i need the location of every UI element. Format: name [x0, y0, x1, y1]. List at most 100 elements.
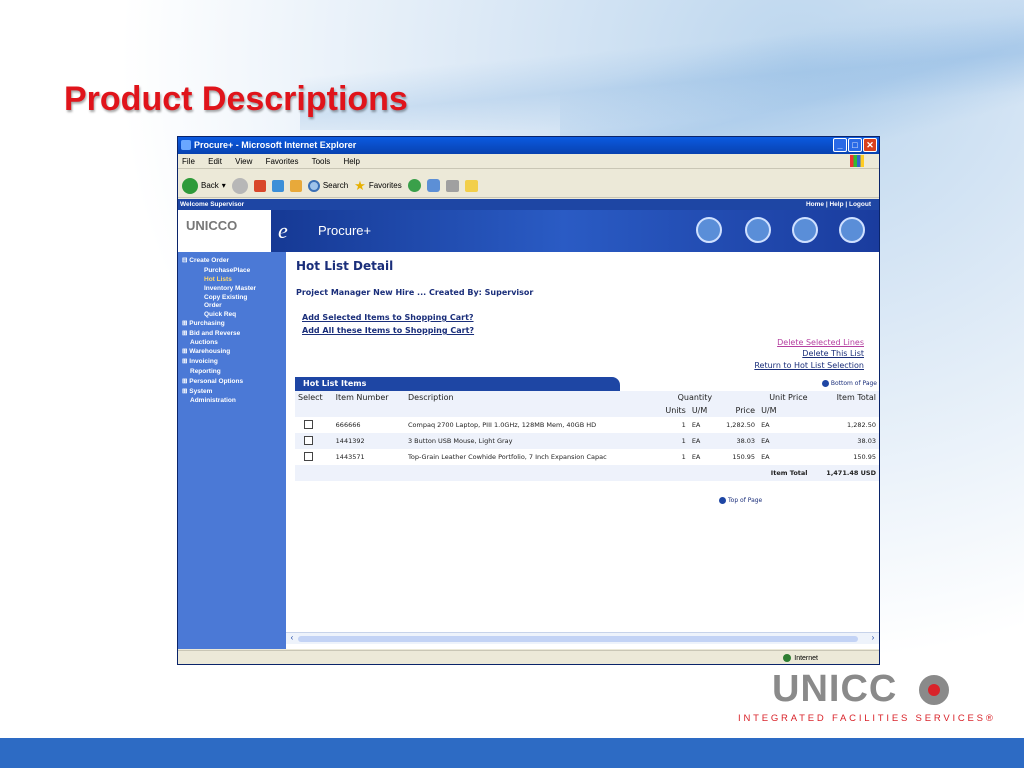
- copy-icon[interactable]: [839, 217, 865, 243]
- background-streak: [300, 0, 1024, 130]
- bottom-of-page-link[interactable]: Bottom of Page: [821, 380, 877, 387]
- item-number-cell: 666666: [332, 417, 405, 433]
- quantity-cell: 1: [656, 417, 689, 433]
- table-subheader-row: Units U/M Price U/M: [295, 404, 879, 417]
- minimize-button[interactable]: _: [833, 138, 847, 152]
- col-item-total: Item Total: [810, 391, 879, 404]
- sidebar-item-administration[interactable]: Administration: [178, 397, 286, 405]
- sidebar-item-label: System: [189, 388, 213, 395]
- top-of-page-link[interactable]: Top of Page: [719, 497, 762, 504]
- add-all-link[interactable]: Add All these Items to Shopping Cart?: [302, 326, 474, 335]
- sidebar-item-purchasing[interactable]: ⊞ Purchasing: [178, 319, 286, 329]
- currency: USD: [860, 469, 876, 477]
- back-button[interactable]: Back ▾: [182, 177, 226, 194]
- app-banner: UNICCO e Procure+: [178, 210, 879, 252]
- history-icon[interactable]: [407, 179, 421, 192]
- menu-file[interactable]: File: [182, 157, 195, 166]
- quantity-cell: 1: [656, 449, 689, 465]
- row-checkbox[interactable]: [304, 451, 313, 461]
- scroll-left-icon[interactable]: ‹: [286, 633, 298, 644]
- browser-window: Procure+ - Microsoft Internet Explorer _…: [177, 136, 880, 665]
- sidebar-item-quick-req[interactable]: Quick Req: [178, 310, 286, 319]
- stop-icon[interactable]: [253, 179, 266, 192]
- empty-cell: [295, 404, 333, 417]
- sidebar-item-purchaseplace[interactable]: PurchasePlace: [178, 266, 286, 275]
- page-title: Hot List Detail: [296, 259, 394, 273]
- row-checkbox[interactable]: [304, 419, 313, 429]
- top-links[interactable]: Home | Help | Logout: [806, 201, 871, 208]
- empty-cell: [332, 404, 405, 417]
- edit-icon[interactable]: [745, 217, 771, 243]
- delete-list-link[interactable]: Delete This List: [802, 349, 864, 358]
- sidebar-item-warehousing[interactable]: ⊞ Warehousing: [178, 347, 286, 357]
- sidebar-item-label: Purchasing: [189, 320, 225, 327]
- add-selected-link[interactable]: Add Selected Items to Shopping Cart?: [302, 313, 474, 322]
- refresh-icon[interactable]: [271, 179, 284, 192]
- sidebar-item-label: Personal Options: [189, 378, 244, 385]
- quantity-cell: 1: [656, 433, 689, 449]
- sidebar-item-label: Create Order: [189, 257, 230, 264]
- print-icon[interactable]: [445, 179, 459, 192]
- um-cell: EA: [688, 449, 716, 465]
- menu-view[interactable]: View: [235, 157, 252, 166]
- forward-arrow-icon[interactable]: [231, 177, 248, 194]
- window-title: Procure+ - Microsoft Internet Explorer: [194, 140, 357, 150]
- close-button[interactable]: ✕: [863, 138, 877, 152]
- search-button[interactable]: Search: [307, 179, 348, 192]
- menu-edit[interactable]: Edit: [208, 157, 222, 166]
- col-price: Price: [715, 404, 759, 417]
- table-row: 666666 Compaq 2700 Laptop, PIII 1.0GHz, …: [295, 417, 879, 433]
- logo-o-mark: [919, 675, 949, 705]
- maximize-button[interactable]: □: [848, 138, 862, 152]
- sidebar-item-auctions[interactable]: Auctions: [178, 339, 286, 347]
- cart-icon[interactable]: [696, 217, 722, 243]
- down-arrow-icon: [821, 380, 829, 387]
- empty-cell: [810, 404, 879, 417]
- favorites-button[interactable]: ★ Favorites: [354, 178, 402, 194]
- col-description: Description: [404, 391, 657, 404]
- sidebar-item-hot-lists[interactable]: Hot Lists: [178, 275, 286, 284]
- back-arrow-icon: [182, 177, 198, 194]
- unicco-logo: UNICCO: [178, 210, 271, 252]
- sidebar-item-system[interactable]: ⊞ System: [178, 387, 286, 397]
- welcome-bar: Welcome Supervisor Home | Help | Logout: [178, 199, 879, 210]
- sidebar-item-personal-options[interactable]: ⊞ Personal Options: [178, 377, 286, 387]
- sidebar-item-copy-existing-cont[interactable]: Order: [178, 302, 286, 310]
- sidebar-item-create-order[interactable]: ⊟ Create Order: [178, 256, 286, 266]
- sidebar-item-invoicing[interactable]: ⊞ Invoicing: [178, 357, 286, 367]
- return-link[interactable]: Return to Hot List Selection: [754, 361, 864, 370]
- description-cell: Compaq 2700 Laptop, PIII 1.0GHz, 128MB M…: [404, 417, 657, 433]
- empty-cell: [295, 465, 759, 481]
- row-checkbox[interactable]: [304, 435, 313, 445]
- table-row: 1443571 Top-Grain Leather Cowhide Portfo…: [295, 449, 879, 465]
- home-icon[interactable]: [289, 179, 302, 192]
- hot-list-items-tab: Hot List Items: [295, 377, 620, 391]
- col-select: Select: [295, 391, 333, 404]
- col-unit-price: Unit Price: [715, 391, 811, 404]
- menu-tools[interactable]: Tools: [312, 157, 331, 166]
- favorites-label: Favorites: [368, 181, 402, 190]
- browser-toolbar: Back ▾ Search ★ Favorites: [178, 169, 879, 198]
- select-cell: [295, 433, 333, 449]
- sidebar-item-reporting[interactable]: Reporting: [178, 367, 286, 377]
- delete-selected-link[interactable]: Delete Selected Lines: [777, 338, 864, 347]
- welcome-text: Welcome Supervisor: [180, 201, 245, 208]
- menu-help[interactable]: Help: [344, 157, 360, 166]
- um-cell: EA: [688, 417, 716, 433]
- scroll-right-icon[interactable]: ›: [867, 633, 879, 644]
- folder-icon[interactable]: [464, 179, 478, 192]
- sidebar-item-inventory-master[interactable]: Inventory Master: [178, 284, 286, 293]
- document-icon[interactable]: [792, 217, 818, 243]
- description-cell: 3 Button USB Mouse, Light Gray: [404, 433, 657, 449]
- total-cell: 1,282.50: [810, 417, 879, 433]
- horizontal-scrollbar[interactable]: ‹ ›: [286, 632, 879, 644]
- item-number-cell: 1441392: [332, 433, 405, 449]
- col-um: U/M: [688, 404, 716, 417]
- mail-icon[interactable]: [426, 179, 440, 192]
- sidebar-item-copy-existing[interactable]: Copy Existing: [178, 293, 286, 302]
- price-cell: 38.03: [715, 433, 759, 449]
- sidebar-item-bid-reverse[interactable]: ⊞ Bid and Reverse: [178, 329, 286, 339]
- total-value: 1,471.48: [826, 469, 859, 477]
- menu-favorites[interactable]: Favorites: [266, 157, 299, 166]
- scrollbar-thumb[interactable]: [298, 636, 858, 642]
